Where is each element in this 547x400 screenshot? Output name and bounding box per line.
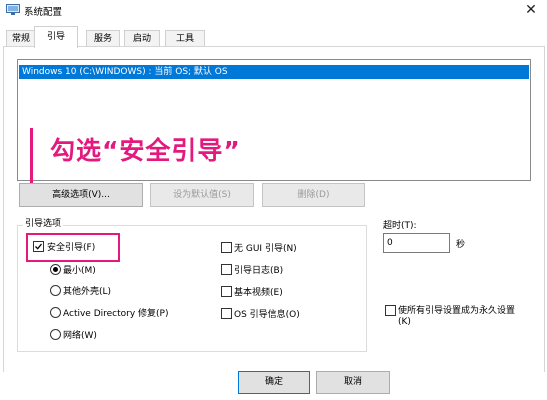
no-gui-boot-label[interactable]: 无 GUI 引导(N): [234, 241, 297, 254]
radio-minimal[interactable]: [50, 264, 61, 275]
system-config-icon: [6, 4, 20, 15]
delete-button[interactable]: 删除(D): [262, 183, 365, 207]
timeout-input[interactable]: 0: [383, 233, 450, 253]
make-permanent-label[interactable]: 使所有引导设置成为永久设置: [398, 303, 515, 316]
radio-ad-repair-label[interactable]: Active Directory 修复(P): [63, 306, 169, 319]
make-permanent-label-key[interactable]: (K): [398, 317, 411, 327]
set-default-button[interactable]: 设为默认值(S): [150, 183, 254, 207]
radio-ad-repair[interactable]: [50, 307, 61, 318]
timeout-unit: 秒: [456, 240, 466, 250]
os-boot-info-checkbox[interactable]: [221, 308, 232, 319]
radio-network[interactable]: [50, 329, 61, 340]
base-video-label[interactable]: 基本视频(E): [234, 285, 283, 298]
tab-bar: 常规 引导 服务 启动 工具: [0, 23, 547, 48]
base-video-checkbox[interactable]: [221, 286, 232, 297]
timeout-label: 超时(T):: [383, 221, 417, 231]
os-boot-info-label[interactable]: OS 引导信息(O): [234, 307, 300, 320]
window-title: 系统配置: [24, 7, 63, 18]
no-gui-boot-checkbox[interactable]: [221, 242, 232, 253]
tab-tools[interactable]: 工具: [165, 30, 205, 47]
check-icon: [35, 243, 43, 250]
radio-alternate-shell[interactable]: [50, 285, 61, 296]
safe-boot-label[interactable]: 安全引导(F): [47, 240, 95, 253]
tab-boot[interactable]: 引导: [34, 26, 78, 48]
boot-options-label: 引导选项: [23, 216, 64, 229]
tab-startup[interactable]: 启动: [124, 30, 160, 47]
tab-general[interactable]: 常规: [6, 30, 36, 47]
close-icon[interactable]: ✕: [521, 1, 541, 19]
radio-alternate-shell-label[interactable]: 其他外壳(L): [63, 284, 111, 297]
annotation-arrow-shaft: [30, 128, 33, 190]
ok-button[interactable]: 确定: [238, 371, 310, 394]
os-list-item[interactable]: Windows 10 (C:\WINDOWS) : 当前 OS; 默认 OS: [19, 65, 529, 79]
make-permanent-checkbox[interactable]: [385, 305, 396, 316]
tab-services[interactable]: 服务: [86, 30, 120, 47]
boot-log-checkbox[interactable]: [221, 264, 232, 275]
advanced-options-button[interactable]: 高级选项(V)...: [19, 183, 143, 207]
boot-log-label[interactable]: 引导日志(B): [234, 263, 283, 276]
safe-boot-checkbox[interactable]: [33, 241, 44, 252]
annotation-text: 勾选“安全引导”: [50, 136, 241, 165]
title-bar: [0, 0, 547, 22]
radio-minimal-label[interactable]: 最小(M): [63, 263, 96, 276]
radio-network-label[interactable]: 网络(W): [63, 328, 97, 341]
cancel-button[interactable]: 取消: [316, 371, 390, 394]
